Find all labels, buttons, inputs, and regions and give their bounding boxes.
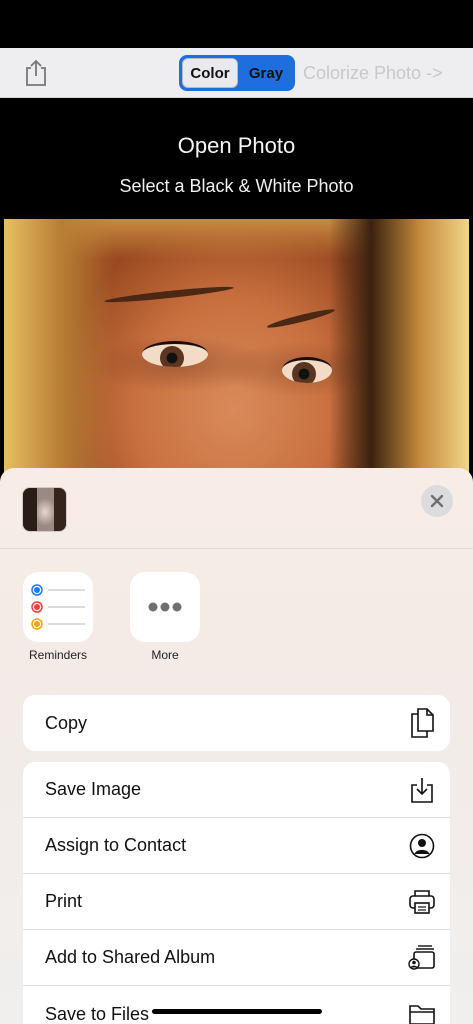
reminders-icon <box>23 572 93 642</box>
share-sheet: Reminders More Copy Save Image Assign to… <box>0 468 473 1024</box>
open-photo-header[interactable]: Open Photo Select a Black & White Photo <box>0 99 473 219</box>
status-bar <box>0 0 473 48</box>
action-label: Print <box>45 891 83 911</box>
shared-album-icon <box>408 944 436 972</box>
open-photo-subtitle: Select a Black & White Photo <box>119 176 354 196</box>
action-add-to-shared-album[interactable]: Add to Shared Album <box>23 930 450 986</box>
more-icon <box>130 572 200 642</box>
action-copy[interactable]: Copy <box>23 695 450 751</box>
photo-preview <box>4 219 469 479</box>
segment-gray[interactable]: Gray <box>239 57 293 89</box>
share-icon[interactable] <box>22 58 50 88</box>
open-photo-title[interactable]: Open Photo <box>0 133 473 159</box>
app-more[interactable]: More <box>125 572 205 662</box>
home-indicator[interactable] <box>152 1009 322 1014</box>
action-label: Save to Files <box>45 1003 150 1024</box>
colorize-photo-button[interactable]: Colorize Photo -> <box>303 63 443 84</box>
share-sheet-header <box>0 468 473 549</box>
folder-icon <box>408 1000 436 1024</box>
action-label: Add to Shared Album <box>45 947 216 967</box>
save-image-icon <box>408 776 436 804</box>
eye-right <box>282 357 332 383</box>
eye-left <box>142 341 208 367</box>
copy-icon <box>408 708 436 738</box>
app-label: More <box>151 648 179 662</box>
actions-group: Save Image Assign to Contact Print Add t… <box>23 762 450 1024</box>
action-print[interactable]: Print <box>23 874 450 930</box>
action-label: Assign to Contact <box>45 835 187 855</box>
action-label: Save Image <box>45 779 142 799</box>
action-save-image[interactable]: Save Image <box>23 762 450 818</box>
segment-color[interactable]: Color <box>182 58 238 88</box>
action-assign-to-contact[interactable]: Assign to Contact <box>23 818 450 874</box>
color-gray-segmented-control[interactable]: Color Gray <box>179 55 295 91</box>
action-label: Copy <box>45 712 88 733</box>
share-apps-row: Reminders More <box>0 572 473 672</box>
contact-icon <box>408 832 436 860</box>
actions-group-copy: Copy <box>23 695 450 751</box>
close-icon[interactable] <box>421 485 453 517</box>
app-label: Reminders <box>28 648 88 662</box>
action-save-to-files[interactable]: Save to Files <box>23 986 450 1024</box>
printer-icon <box>408 888 436 916</box>
app-reminders[interactable]: Reminders <box>18 572 98 662</box>
photo-thumbnail <box>22 487 67 532</box>
toolbar: Color Gray Colorize Photo -> <box>0 48 473 98</box>
